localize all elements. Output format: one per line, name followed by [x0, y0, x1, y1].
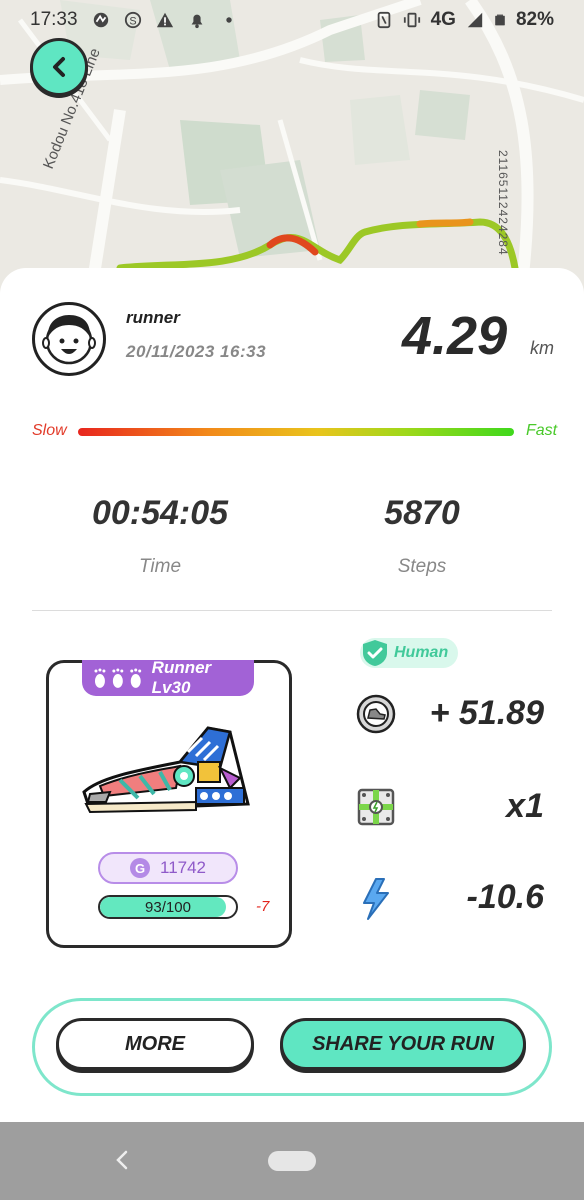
chevron-left-icon [53, 57, 65, 77]
distance-value: 4.29 [402, 306, 508, 366]
nav-home-pill[interactable] [268, 1151, 316, 1171]
gem-value-pill: G 11742 [98, 852, 238, 884]
durability-change: -7 [256, 898, 270, 915]
user-face-icon [42, 315, 96, 365]
signal-app-icon [93, 12, 108, 28]
map-code-label: 21165112424284 [496, 150, 510, 256]
status-bar: 17:33 S 4G 82% [0, 0, 584, 40]
energy-bolt-icon [363, 878, 389, 920]
run-datetime: 20/11/2023 16:33 [126, 342, 267, 361]
time-value: 00:54:05 [91, 494, 229, 532]
time-label: Time [138, 556, 182, 577]
speed-fast-label: Fast [526, 422, 558, 439]
share-run-button[interactable]: SHARE YOUR RUN [280, 1018, 526, 1070]
human-badge-label: Human [394, 644, 449, 661]
durability-text: 93/100 [145, 898, 191, 916]
sneaker-image [82, 726, 250, 814]
network-type: 4G [430, 9, 456, 30]
battery-level: 82% [515, 9, 554, 30]
map-view[interactable]: Kodou No.418 Line 21165112424284 [0, 0, 584, 300]
cellular-signal-icon [467, 12, 483, 28]
steps-value: 5870 [384, 494, 460, 532]
username: runner [126, 308, 180, 327]
status-time: 17:33 [30, 9, 78, 30]
durability-bar: 93/100 [98, 895, 238, 919]
gst-earned: + 51.89 [429, 694, 544, 732]
footprints-icon [94, 668, 142, 688]
svg-text:S: S [129, 16, 136, 28]
speed-slow-label: Slow [32, 422, 67, 439]
gem-coin-icon: G [130, 858, 150, 878]
steps-label: Steps [397, 556, 447, 577]
sneaker-level-badge: Runner Lv30 [82, 658, 254, 697]
mystery-box-count: x1 [506, 787, 544, 825]
nfc-icon [377, 11, 390, 29]
dot-icon [225, 17, 232, 23]
back-button[interactable] [30, 38, 88, 96]
shield-check-icon [363, 640, 387, 666]
avatar[interactable] [32, 302, 106, 376]
nav-back-icon[interactable] [112, 1148, 132, 1172]
s-app-icon: S [124, 11, 141, 29]
warning-icon [156, 12, 173, 28]
vibrate-icon [403, 12, 420, 28]
notification-bell-icon [191, 14, 202, 29]
mystery-box-icon [357, 788, 395, 826]
speed-gradient-bar [78, 428, 514, 436]
human-verified-badge: Human [360, 638, 458, 668]
sneaker-level-label: Runner Lv30 [151, 658, 212, 697]
battery-icon [495, 14, 505, 26]
gem-value: 11742 [160, 858, 207, 877]
gst-token-icon [356, 694, 396, 734]
energy-spent: -10.6 [466, 878, 545, 916]
distance-unit: km [530, 338, 554, 358]
divider [32, 610, 552, 611]
more-button[interactable]: MORE [56, 1018, 254, 1070]
